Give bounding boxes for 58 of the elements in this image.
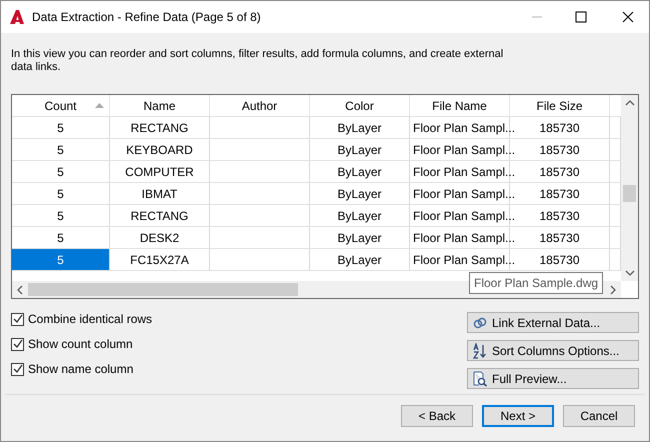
scrollbar-thumb[interactable] bbox=[28, 283, 298, 296]
scroll-right-icon[interactable] bbox=[609, 284, 617, 294]
table-cell: KEYBOARD bbox=[110, 139, 210, 160]
column-header[interactable]: File Name bbox=[410, 95, 510, 116]
checkmark-icon bbox=[12, 339, 22, 349]
checkbox-label: Combine identical rows bbox=[28, 311, 152, 328]
close-icon[interactable] bbox=[622, 11, 634, 23]
table-cell: ByLayer bbox=[310, 249, 410, 270]
column-header[interactable]: Author bbox=[210, 95, 310, 116]
column-header[interactable]: Count bbox=[12, 95, 110, 116]
table-cell: IBMAT bbox=[110, 183, 210, 204]
checkbox[interactable] bbox=[11, 312, 24, 326]
table-cell: 5 bbox=[12, 183, 110, 204]
table-cell: ByLayer bbox=[310, 139, 410, 160]
table-cell: RECTANG bbox=[110, 205, 210, 226]
table-cell: 5 bbox=[12, 249, 110, 270]
tooltip: Floor Plan Sample.dwg bbox=[469, 272, 604, 294]
table-cell: 5 bbox=[12, 161, 110, 182]
checkbox-label: Show name column bbox=[28, 361, 134, 378]
table-cell: 5 bbox=[12, 227, 110, 248]
table-cell: 5 bbox=[12, 205, 110, 226]
table-cell: 5 bbox=[12, 117, 110, 138]
description-text: In this view you can reorder and sort columns, filter results, add formula columns, and create external data links. bbox=[11, 48, 504, 74]
table-cell: ByLayer bbox=[310, 117, 410, 138]
action-button[interactable]: Full Preview... bbox=[467, 368, 639, 389]
checkbox[interactable] bbox=[11, 362, 24, 376]
app-logo-icon bbox=[10, 10, 24, 24]
table-cell: ByLayer bbox=[310, 183, 410, 204]
sort-arrow-icon bbox=[95, 103, 104, 108]
checkmark-icon bbox=[12, 314, 22, 324]
table-cell: RECTANG bbox=[110, 117, 210, 138]
window-title: Data Extraction - Refine Data (Page 5 of 8) bbox=[32, 9, 261, 26]
checkbox[interactable] bbox=[11, 338, 24, 350]
table-cell: FC15X27A bbox=[110, 249, 210, 270]
table-cell: ByLayer bbox=[310, 205, 410, 226]
scroll-down-icon[interactable] bbox=[624, 269, 634, 277]
table-cell: ByLayer bbox=[310, 227, 410, 248]
magnifier-page-icon bbox=[472, 370, 488, 386]
vertical-scrollbar[interactable] bbox=[621, 95, 638, 281]
table-cell: DESK2 bbox=[110, 227, 210, 248]
dialog-button[interactable]: Next > bbox=[482, 405, 554, 427]
column-header[interactable]: File Size bbox=[510, 95, 610, 116]
action-button[interactable]: Sort Columns Options... bbox=[467, 340, 639, 361]
scroll-up-icon[interactable] bbox=[624, 99, 634, 107]
column-header[interactable]: Name bbox=[110, 95, 210, 116]
checkmark-icon bbox=[12, 364, 22, 374]
action-button[interactable]: Link External Data... bbox=[467, 312, 639, 333]
table-cell: ByLayer bbox=[310, 161, 410, 182]
column-header[interactable]: Color bbox=[310, 95, 410, 116]
dialog-button[interactable]: Cancel bbox=[563, 405, 635, 427]
maximize-icon[interactable] bbox=[575, 11, 587, 23]
checkbox-label: Show count column bbox=[28, 336, 133, 353]
scrollbar-thumb[interactable] bbox=[623, 185, 636, 202]
table-cell: COMPUTER bbox=[110, 161, 210, 182]
scroll-left-icon[interactable] bbox=[16, 284, 24, 294]
dialog-button[interactable]: < Back bbox=[401, 405, 473, 427]
sort-icon bbox=[472, 342, 488, 358]
table-cell: 5 bbox=[12, 139, 110, 160]
